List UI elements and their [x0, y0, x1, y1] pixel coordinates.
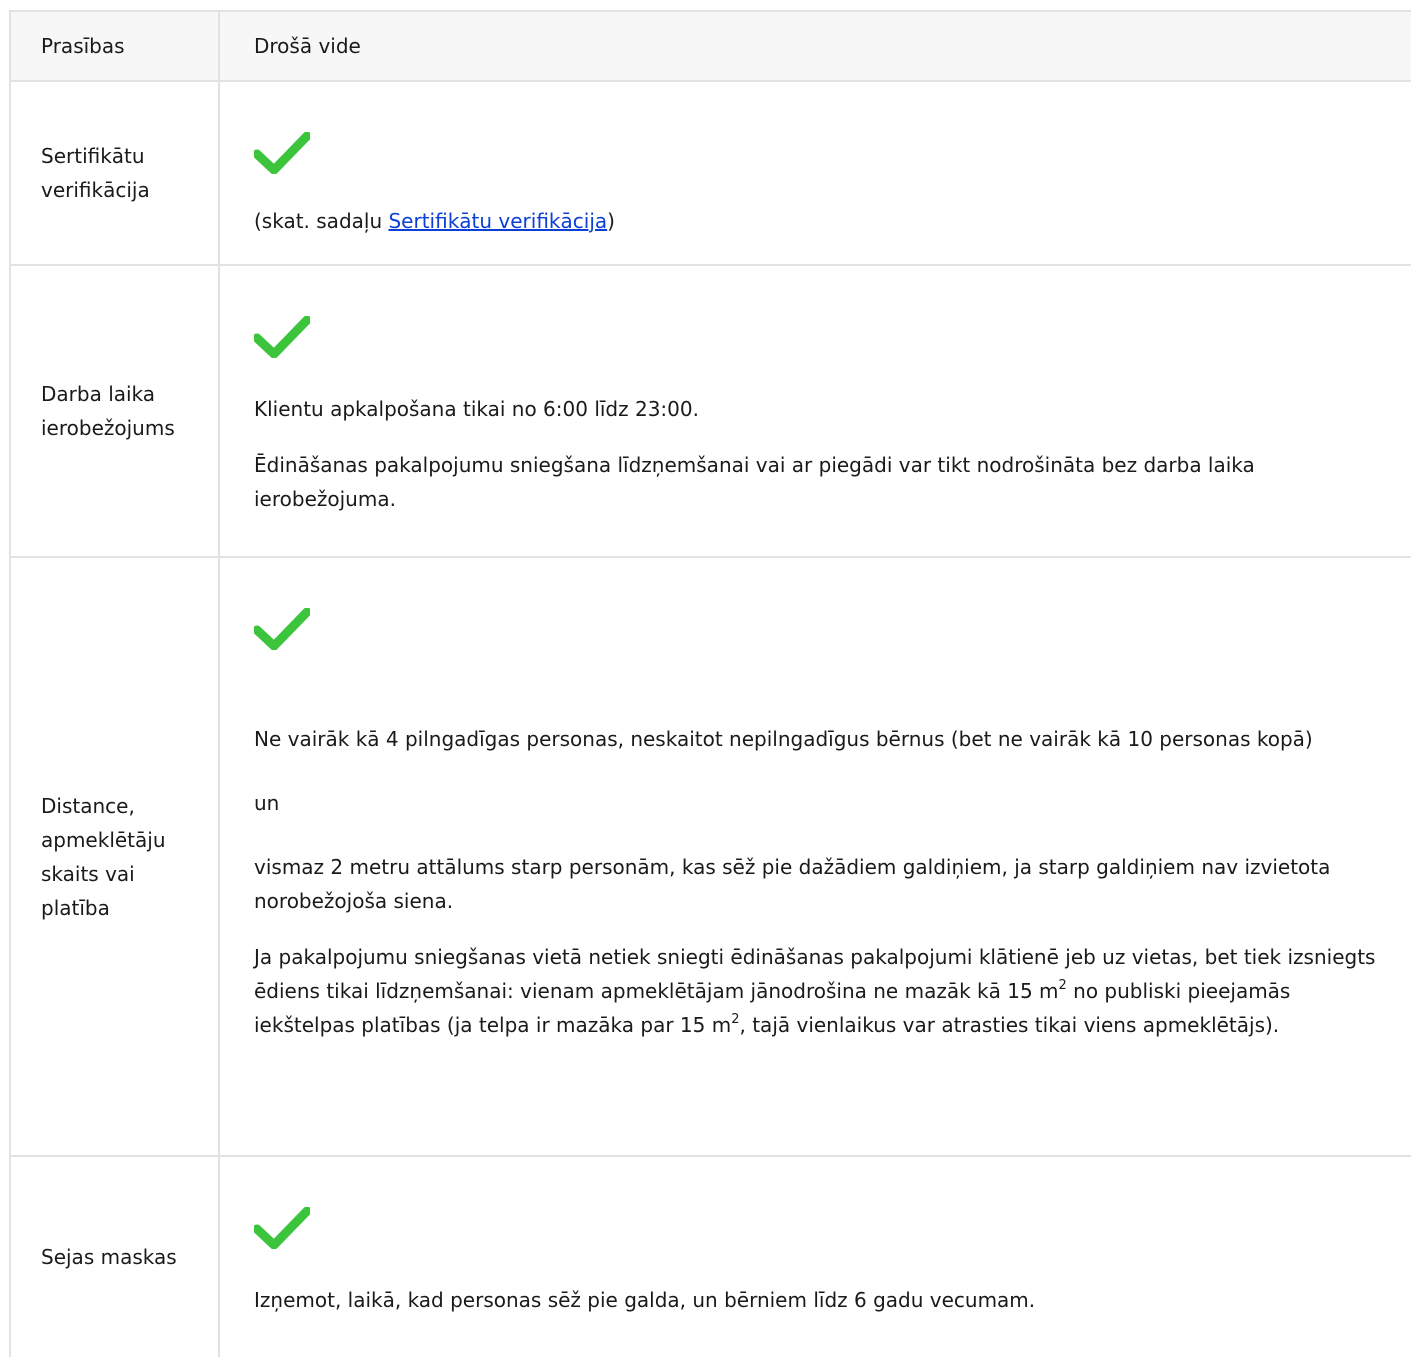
persons-limit-text: Ne vairāk kā 4 pilngadīgas personas, nes…: [254, 727, 1313, 751]
row-content: (skat. sadaļu Sertifikātu verifikācija): [220, 82, 1411, 264]
superscript-2: 2: [731, 1012, 740, 1027]
checkmark-icon: [254, 132, 310, 174]
distance-text: vismaz 2 metru attālums starp personām, …: [254, 855, 1331, 913]
note-suffix: ): [607, 209, 615, 233]
and-text: un: [254, 791, 280, 815]
takeaway-text: Ēdināšanas pakalpojumu sniegšana līdzņem…: [254, 453, 1255, 511]
checkmark-icon: [254, 608, 310, 650]
working-hours-text: Klientu apkalpošana tikai no 6:00 līdz 2…: [254, 397, 699, 421]
row-content: Klientu apkalpošana tikai no 6:00 līdz 2…: [220, 266, 1411, 556]
checkmark-icon: [254, 316, 310, 358]
area-text: Ja pakalpojumu sniegšanas vietā netiek s…: [254, 940, 1391, 1042]
table-row: Distance, apmeklētāju skaits vai platība…: [11, 558, 1411, 1157]
row-label: Sejas maskas: [11, 1157, 220, 1357]
row-content: Izņemot, laikā, kad personas sēž pie gal…: [220, 1157, 1411, 1357]
superscript-2: 2: [1058, 978, 1067, 993]
table-row: Darba laika ierobežojums Klientu apkalpo…: [11, 266, 1411, 558]
header-safe-environment: Drošā vide: [254, 34, 361, 58]
row-content: Ne vairāk kā 4 pilngadīgas personas, nes…: [220, 558, 1411, 1155]
checkmark-icon: [254, 1207, 310, 1249]
row-label: Distance, apmeklētāju skaits vai platība: [11, 558, 220, 1155]
area-text-part-c: , tajā vienlaikus var atrasties tikai vi…: [739, 1013, 1280, 1037]
table-header-row: Prasības Drošā vide: [11, 12, 1411, 82]
header-requirements: Prasības: [11, 12, 220, 80]
certificate-verification-link[interactable]: Sertifikātu verifikācija: [388, 209, 607, 233]
requirements-table: Prasības Drošā vide Sertifikātu verifikā…: [9, 10, 1411, 1357]
table-row: Sejas maskas Izņemot, laikā, kad persona…: [11, 1157, 1411, 1357]
table-row: Sertifikātu verifikācija (skat. sadaļu S…: [11, 82, 1411, 266]
note-prefix: (skat. sadaļu: [254, 209, 389, 233]
face-mask-text: Izņemot, laikā, kad personas sēž pie gal…: [254, 1288, 1036, 1312]
row-label: Darba laika ierobežojums: [11, 266, 220, 556]
row-label: Sertifikātu verifikācija: [11, 82, 220, 264]
certificate-note: (skat. sadaļu Sertifikātu verifikācija): [254, 204, 1391, 238]
